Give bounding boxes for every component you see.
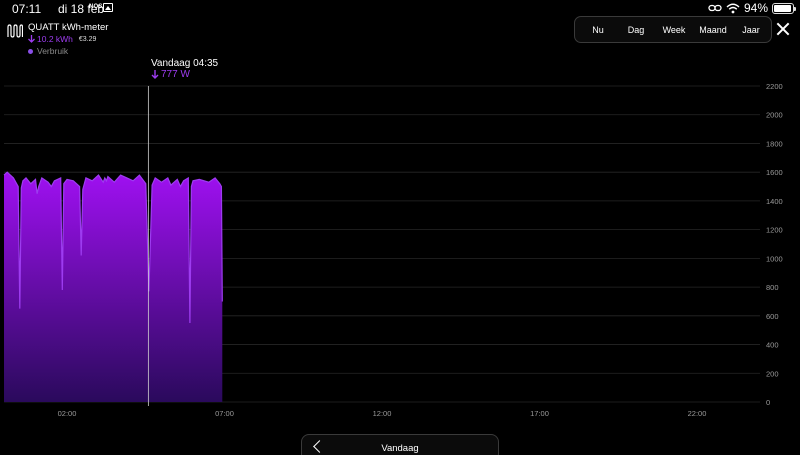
cursor-power-value: 777 W — [151, 69, 190, 80]
x-tick-label: 17:00 — [530, 409, 549, 418]
x-tick-label: 22:00 — [688, 409, 707, 418]
y-tick-label: 1000 — [766, 254, 783, 263]
y-tick-label: 1200 — [766, 226, 783, 235]
x-tick-label: 02:00 — [58, 409, 77, 418]
power-chart[interactable]: 0 200 400 600 800 1000 1200 1400 1600 1800 2000 220… — [0, 0, 800, 430]
date-navigator: Vandaag — [301, 434, 499, 455]
cursor-time-label: Vandaag 04:35 — [151, 58, 219, 69]
y-tick-label: 600 — [766, 312, 779, 321]
y-tick-label: 800 — [766, 283, 779, 292]
date-label: Vandaag — [381, 443, 419, 454]
y-tick-label: 0 — [766, 398, 770, 407]
y-tick-label: 400 — [766, 341, 779, 350]
y-tick-label: 2000 — [766, 111, 783, 120]
y-tick-label: 1600 — [766, 168, 783, 177]
x-tick-label: 12:00 — [373, 409, 392, 418]
y-tick-label: 1400 — [766, 197, 783, 206]
cursor-power-text: 777 W — [161, 69, 190, 80]
x-tick-label: 07:00 — [215, 409, 234, 418]
y-tick-label: 2200 — [766, 82, 783, 91]
y-tick-label: 200 — [766, 369, 779, 378]
arrow-down-icon — [151, 70, 159, 79]
y-tick-label: 1800 — [766, 139, 783, 148]
